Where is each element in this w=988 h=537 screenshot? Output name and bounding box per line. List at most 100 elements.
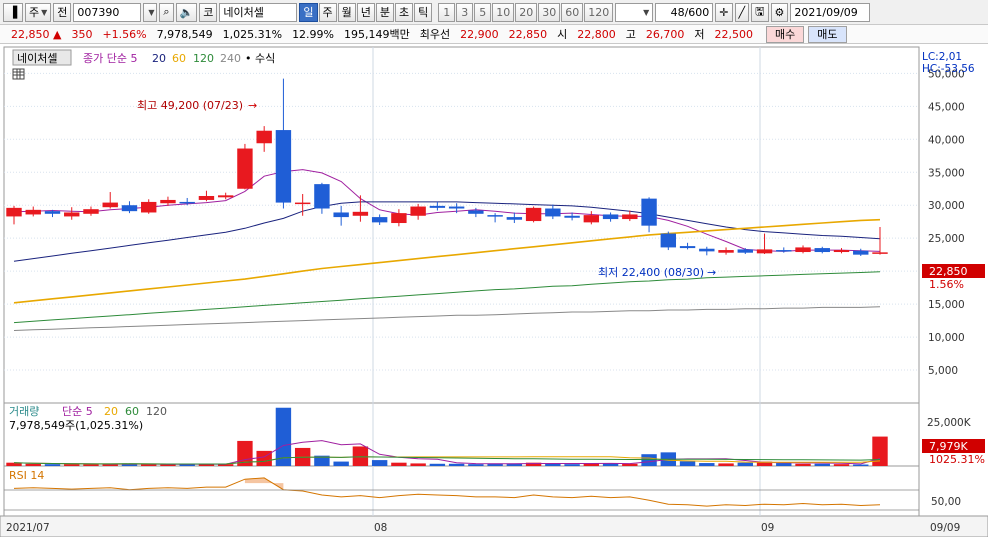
candle-body — [506, 217, 523, 220]
legend-formula: • 수식 — [245, 52, 275, 65]
candle-body — [660, 233, 677, 248]
interval-button-120[interactable]: 120 — [584, 2, 614, 22]
prev-button[interactable]: 전 — [53, 2, 72, 22]
count-field[interactable]: 48/600 — [655, 2, 714, 22]
period-tab-3[interactable]: 년 — [356, 2, 375, 22]
candle-body — [64, 212, 80, 217]
candle-body — [429, 205, 446, 208]
interval-button-60[interactable]: 60 — [561, 2, 584, 22]
volume-bar — [641, 454, 657, 466]
volume-tag-value: 7,979K — [929, 440, 968, 453]
candle-body — [545, 208, 561, 217]
market-select[interactable]: 코 — [199, 2, 218, 22]
volume-bar — [64, 464, 80, 466]
candle-body — [83, 209, 99, 214]
price-y-axis: 5,00010,00015,00020,00025,00030,00035,00… — [928, 68, 965, 377]
period-tab-2[interactable]: 월 — [337, 2, 356, 22]
candle-body — [352, 211, 369, 216]
x-axis-end-label: 09/09 — [930, 522, 960, 534]
chevron-down-icon: ▼ — [41, 7, 48, 17]
trade-amount: 195,149백만 — [344, 28, 410, 41]
speaker-icon[interactable]: 🔈 — [175, 2, 198, 22]
candle-body — [737, 249, 753, 253]
price-tag-pct: 1.56% — [929, 278, 964, 291]
interval-button-30[interactable]: 30 — [538, 2, 561, 22]
price-change: 350 — [71, 27, 93, 41]
candle-body — [217, 195, 234, 198]
crosshair-icon[interactable]: ✛ — [715, 2, 733, 22]
sell-button[interactable]: 매도 — [808, 25, 847, 43]
gear-icon[interactable]: ⚙ — [770, 2, 789, 22]
high-label: 고 — [625, 28, 636, 41]
code-dropdown-icon[interactable]: ▼ — [143, 2, 158, 22]
volume-bar — [25, 463, 41, 466]
save-icon[interactable]: 🖫 — [751, 2, 769, 22]
rsi-axis-label: 50,00 — [931, 496, 961, 508]
code-input[interactable]: 007390 — [73, 2, 142, 22]
volume-axis-label: 25,000K — [927, 417, 972, 429]
candle-body — [198, 195, 215, 200]
turnover-rate: 12.99% — [292, 27, 335, 41]
y-tick-label: 30,000 — [928, 200, 965, 212]
legend-ma5: 5 — [130, 52, 137, 65]
volume-ma-title-text: 단순 — [62, 405, 82, 418]
period-tab-6[interactable]: 틱 — [414, 2, 433, 22]
interval-button-5[interactable]: 5 — [474, 2, 492, 22]
period-tabs: 일주월년분초틱 — [299, 2, 433, 22]
interval-button-1[interactable]: 1 — [438, 2, 456, 22]
current-price: 22,850 ▲ — [11, 27, 62, 41]
volume-bar — [448, 463, 465, 466]
volume-bar — [545, 463, 561, 466]
candle-body — [448, 206, 465, 209]
table-icon[interactable] — [12, 68, 25, 80]
high-price: 26,700 — [645, 27, 685, 41]
x-label-aug: 08 — [374, 522, 387, 534]
candle-body — [141, 201, 157, 213]
y-tick-label: 15,000 — [928, 299, 965, 311]
candle-body — [6, 207, 22, 217]
type-select[interactable]: 주 ▼ — [25, 2, 52, 22]
volume-ma120: 120 — [146, 405, 167, 418]
interval-button-10[interactable]: 10 — [492, 2, 515, 22]
candle-body — [275, 130, 292, 203]
bid-price: 22,850 — [508, 27, 548, 41]
search-icon[interactable]: ⌕ — [159, 2, 174, 22]
stock-chart[interactable]: 5,00010,00015,00020,00025,00030,00035,00… — [0, 45, 988, 537]
buy-button[interactable]: 매수 — [766, 25, 805, 43]
legend-ma20: 20 — [152, 52, 166, 65]
draw-line-icon[interactable]: ╱ — [734, 2, 750, 22]
volume-bar — [564, 464, 580, 466]
candle-body — [102, 202, 118, 208]
legend-formula-bullet: • — [245, 52, 255, 65]
volume-bar — [468, 464, 484, 466]
volume-bar — [699, 463, 715, 466]
ask-price: 22,900 — [460, 27, 499, 41]
period-tab-5[interactable]: 초 — [395, 2, 414, 22]
volume-ma60: 60 — [125, 405, 139, 418]
rsi-title: RSI 14 — [9, 469, 44, 482]
candle-body — [371, 217, 388, 223]
chart-type-icon[interactable]: ▐ — [3, 2, 23, 22]
y-tick-label: 45,000 — [928, 101, 965, 113]
candle-body — [391, 213, 407, 224]
high-arrow-icon: → — [248, 99, 257, 112]
volume-tag-pct: 1025.31% — [929, 453, 985, 466]
legend-ma240: 240 — [220, 52, 241, 65]
date-field[interactable]: 2021/09/09 — [790, 2, 871, 22]
interval-button-3[interactable]: 3 — [456, 2, 474, 22]
volume-ma20: 20 — [104, 405, 118, 418]
period-tab-0[interactable]: 일 — [299, 2, 318, 22]
volume-ma-title: 단순 5 — [62, 405, 93, 418]
interval-input[interactable]: ▼ — [615, 2, 654, 22]
volume-bar — [429, 463, 446, 466]
candle-body — [468, 210, 484, 214]
interval-button-20[interactable]: 20 — [515, 2, 538, 22]
volume-bar — [679, 461, 696, 466]
y-tick-label: 25,000 — [928, 233, 965, 245]
period-tab-4[interactable]: 분 — [375, 2, 395, 22]
stock-name-field[interactable]: 네이처셀 — [219, 2, 298, 22]
legend-stock-name: 네이처셀 — [17, 52, 57, 65]
period-tab-1[interactable]: 주 — [318, 2, 337, 22]
volume-current: 7,978,549주(1,025.31%) — [9, 419, 143, 432]
low-label: 저 — [694, 28, 705, 41]
